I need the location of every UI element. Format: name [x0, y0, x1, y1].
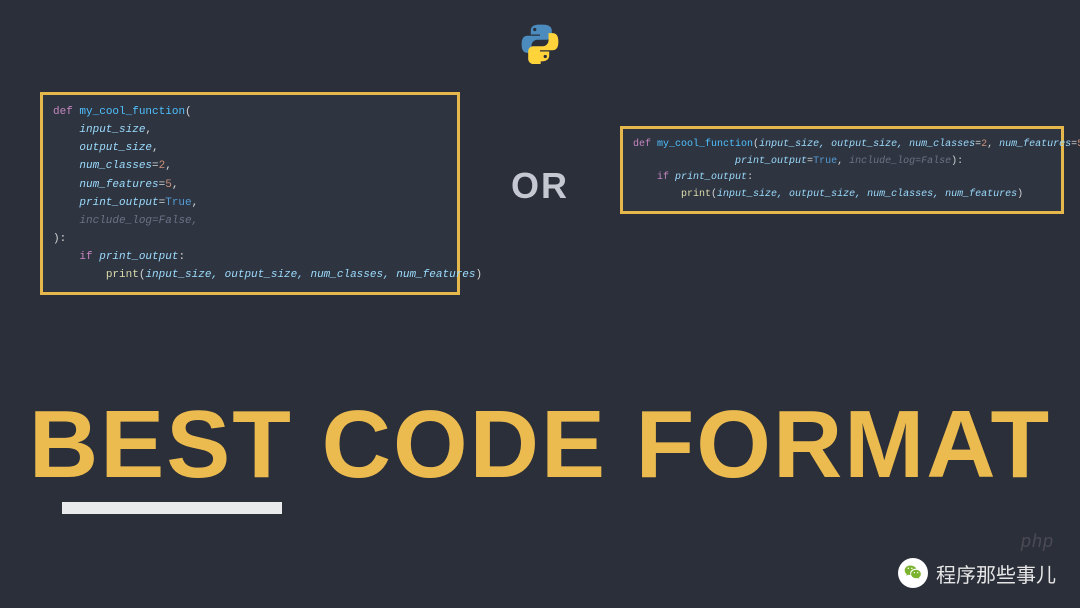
- wechat-icon: [898, 558, 928, 588]
- watermark: php: [1021, 531, 1054, 552]
- or-label: OR: [511, 165, 569, 207]
- wechat-attribution: 程序那些事儿: [898, 558, 1056, 588]
- headline-text: BEST CODE FORMAT: [29, 390, 1051, 500]
- wechat-text: 程序那些事儿: [936, 559, 1056, 588]
- code-block-left: def my_cool_function( input_size, output…: [40, 92, 460, 295]
- headline-underline: [62, 502, 282, 514]
- code-block-right: def my_cool_function(input_size, output_…: [620, 126, 1064, 214]
- python-logo-icon: [519, 22, 561, 69]
